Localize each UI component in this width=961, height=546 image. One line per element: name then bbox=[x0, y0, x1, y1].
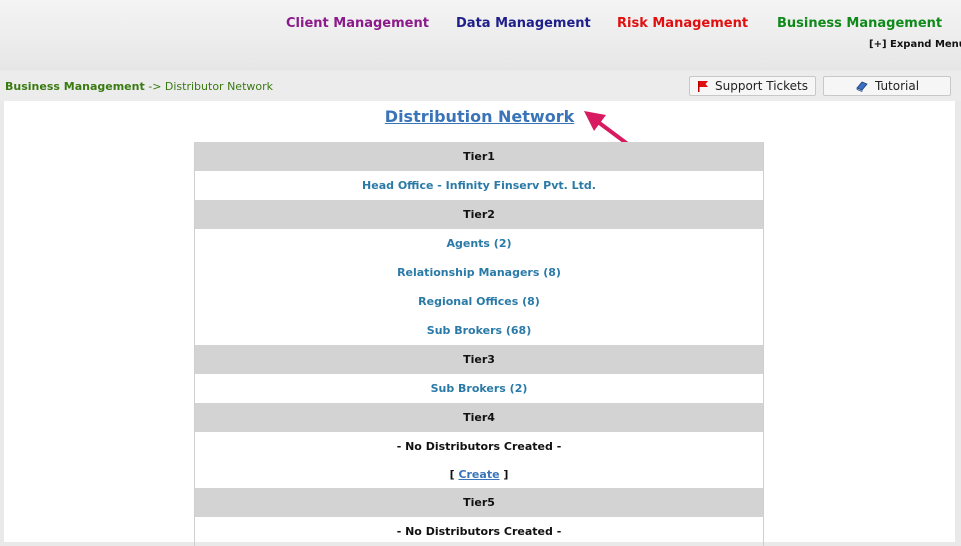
top-header: Client Management Data Management Risk M… bbox=[0, 0, 961, 70]
expand-menu-link[interactable]: [+] Expand Menu bbox=[869, 39, 961, 50]
create-link[interactable]: Create bbox=[458, 468, 499, 481]
list-item: Head Office - Infinity Finserv Pvt. Ltd. bbox=[194, 171, 764, 200]
tier3-sub-brokers-link[interactable]: Sub Brokers (2) bbox=[431, 382, 528, 395]
tier1-head-office-link[interactable]: Head Office - Infinity Finserv Pvt. Ltd. bbox=[362, 179, 596, 192]
tutorial-button[interactable]: Tutorial bbox=[823, 76, 951, 96]
tier2-agents-link[interactable]: Agents (2) bbox=[446, 237, 511, 250]
nav-business-management[interactable]: Business Management bbox=[777, 16, 942, 31]
tier-header: Tier3 bbox=[194, 345, 764, 374]
empty-message: - No Distributors Created - bbox=[396, 440, 562, 453]
flag-icon bbox=[697, 81, 708, 92]
page-title[interactable]: Distribution Network bbox=[4, 107, 955, 126]
tier2-relationship-managers-link[interactable]: Relationship Managers (8) bbox=[397, 266, 561, 279]
breadcrumb-current: Distributor Network bbox=[164, 80, 273, 93]
support-tickets-label: Support Tickets bbox=[714, 79, 808, 93]
tutorial-label: Tutorial bbox=[874, 79, 920, 93]
list-item: Agents (2) bbox=[194, 229, 764, 258]
list-item: Regional Offices (8) bbox=[194, 287, 764, 316]
tier2-sub-brokers-link[interactable]: Sub Brokers (68) bbox=[427, 324, 531, 337]
breadcrumb-separator: -> bbox=[148, 80, 162, 93]
tier-header: Tier2 bbox=[194, 200, 764, 229]
support-tickets-button[interactable]: Support Tickets bbox=[689, 76, 816, 96]
breadcrumb-section[interactable]: Business Management bbox=[5, 80, 145, 93]
nav-client-management[interactable]: Client Management bbox=[286, 16, 429, 31]
tier-header: Tier1 bbox=[194, 142, 764, 171]
tier-header: Tier5 bbox=[194, 488, 764, 517]
nav-risk-management[interactable]: Risk Management bbox=[617, 16, 748, 31]
tier4-create-row: [ Create ] bbox=[449, 468, 509, 481]
tier4-empty-row: - No Distributors Created - bbox=[195, 432, 764, 461]
breadcrumb: Business Management -> Distributor Netwo… bbox=[5, 80, 273, 93]
tier2-regional-offices-link[interactable]: Regional Offices (8) bbox=[418, 295, 540, 308]
distribution-tiers-table: Tier1 Head Office - Infinity Finserv Pvt… bbox=[194, 142, 764, 546]
list-item: Relationship Managers (8) bbox=[194, 258, 764, 287]
book-icon bbox=[856, 81, 868, 92]
nav-data-management[interactable]: Data Management bbox=[456, 16, 591, 31]
tier-header: Tier4 bbox=[194, 403, 764, 432]
list-item: Sub Brokers (2) bbox=[194, 374, 764, 403]
list-item: Sub Brokers (68) bbox=[194, 316, 764, 345]
